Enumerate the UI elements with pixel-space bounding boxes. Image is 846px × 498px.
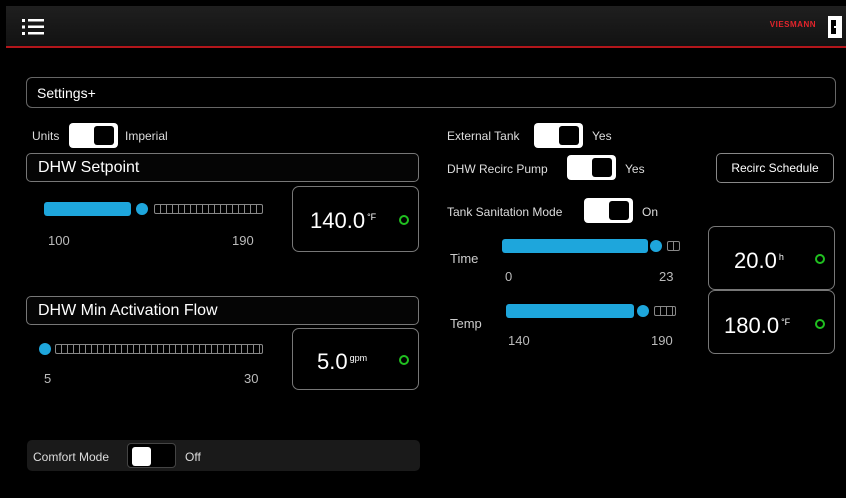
comfort-mode-label: Comfort Mode [33,450,110,464]
external-tank-label: External Tank [447,129,520,143]
comfort-mode-row: Comfort Mode Off [27,440,420,471]
exit-door-icon[interactable] [828,16,842,38]
tank-sanitation-toggle[interactable] [584,198,633,223]
dhw-min-flow-max: 30 [244,371,259,386]
brand-logo: VIESMANN [769,20,816,29]
page-title: Settings+ [26,77,836,108]
units-label: Units [32,129,60,143]
menu-icon[interactable] [22,18,44,36]
time-label: Time [450,251,479,266]
units-value: Imperial [125,129,168,143]
temp-value: 180.0 °F [724,313,791,338]
recirc-pump-toggle[interactable] [567,155,616,180]
tank-sanitation-value: On [642,205,659,219]
dhw-setpoint-header: DHW Setpoint [26,153,419,182]
dhw-setpoint-min: 100 [48,233,70,248]
dhw-setpoint-slider[interactable] [44,202,263,216]
recirc-pump-value: Yes [625,162,645,176]
comfort-mode-toggle[interactable] [127,443,176,468]
dhw-min-flow-min: 5 [44,371,52,386]
units-toggle[interactable] [69,123,118,148]
status-ok-icon [399,215,409,225]
comfort-mode-value: Off [185,450,201,464]
time-value: 20.0 h [734,248,784,273]
status-ok-icon [815,319,825,329]
dhw-min-flow-slider[interactable] [39,342,263,356]
temp-min: 140 [508,333,530,348]
tank-sanitation-label: Tank Sanitation Mode [447,205,563,219]
dhw-min-flow-value: 5.0 gpm [317,349,368,374]
recirc-pump-label: DHW Recirc Pump [447,162,548,176]
external-tank-value: Yes [592,129,612,143]
dhw-min-flow-header: DHW Min Activation Flow [26,296,419,325]
time-min: 0 [505,269,513,284]
time-value-box[interactable]: 20.0 h [708,226,835,290]
temp-slider[interactable] [506,304,680,318]
top-bar: VIESMANN [6,6,846,48]
temp-label: Temp [450,316,482,331]
dhw-min-flow-value-box[interactable]: 5.0 gpm [292,328,419,390]
temp-max: 190 [651,333,673,348]
dhw-setpoint-value: 140.0 °F [310,208,377,233]
status-ok-icon [399,355,409,365]
time-slider[interactable] [502,239,680,253]
temp-value-box[interactable]: 180.0 °F [708,290,835,354]
recirc-schedule-button[interactable]: Recirc Schedule [716,153,834,183]
dhw-setpoint-max: 190 [232,233,254,248]
dhw-setpoint-value-box[interactable]: 140.0 °F [292,186,419,252]
status-ok-icon [815,254,825,264]
external-tank-toggle[interactable] [534,123,583,148]
time-max: 23 [659,269,674,284]
